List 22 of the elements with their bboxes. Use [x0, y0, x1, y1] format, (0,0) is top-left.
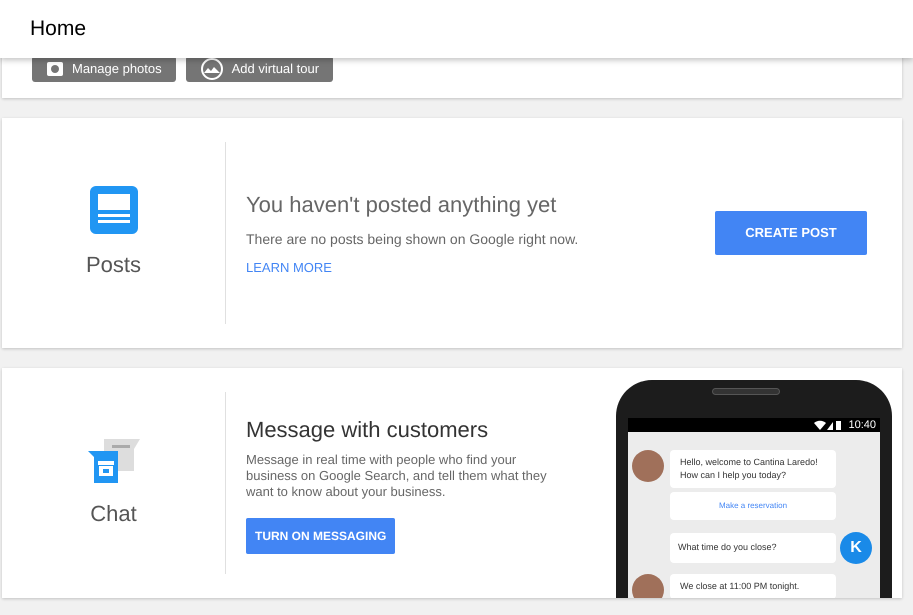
turn-on-messaging-button[interactable]: TURN ON MESSAGING [246, 518, 396, 554]
photo-action-button[interactable]: Manage photos [32, 56, 176, 82]
message-bubble: What time do you close? [670, 533, 836, 563]
learn-more-link[interactable]: LEARN MORE [246, 258, 715, 278]
photo-action-button[interactable]: Add virtual tour [186, 56, 334, 82]
create-post-button[interactable]: CREATE POST [715, 211, 867, 255]
posts-icon [90, 186, 138, 234]
message-bubble: We close at 11:00 PM tonight. [670, 574, 836, 598]
avatar-initial: K [840, 532, 872, 564]
chat-description: Message in real time with people who find your business on Google Search, and tell them what they want to know about your business. [246, 452, 548, 500]
section-label: Chat [90, 500, 137, 528]
empty-title: You haven't posted anything yet [246, 191, 558, 220]
status-time: 10:40 [848, 420, 876, 430]
chat-store-icon [88, 436, 140, 484]
message-bubble: Hello, welcome to Cantina Laredo! How can I help you today? [670, 450, 836, 488]
section-label: Posts [86, 250, 142, 278]
camera-icon [46, 61, 64, 77]
empty-description: There are no posts being shown on Google right now. [246, 230, 580, 250]
reservation-link[interactable]: Make a reservation [670, 492, 836, 520]
speaker-slot [712, 388, 780, 395]
chat-title: Message with customers [246, 416, 490, 444]
page-title: Home [30, 16, 86, 42]
